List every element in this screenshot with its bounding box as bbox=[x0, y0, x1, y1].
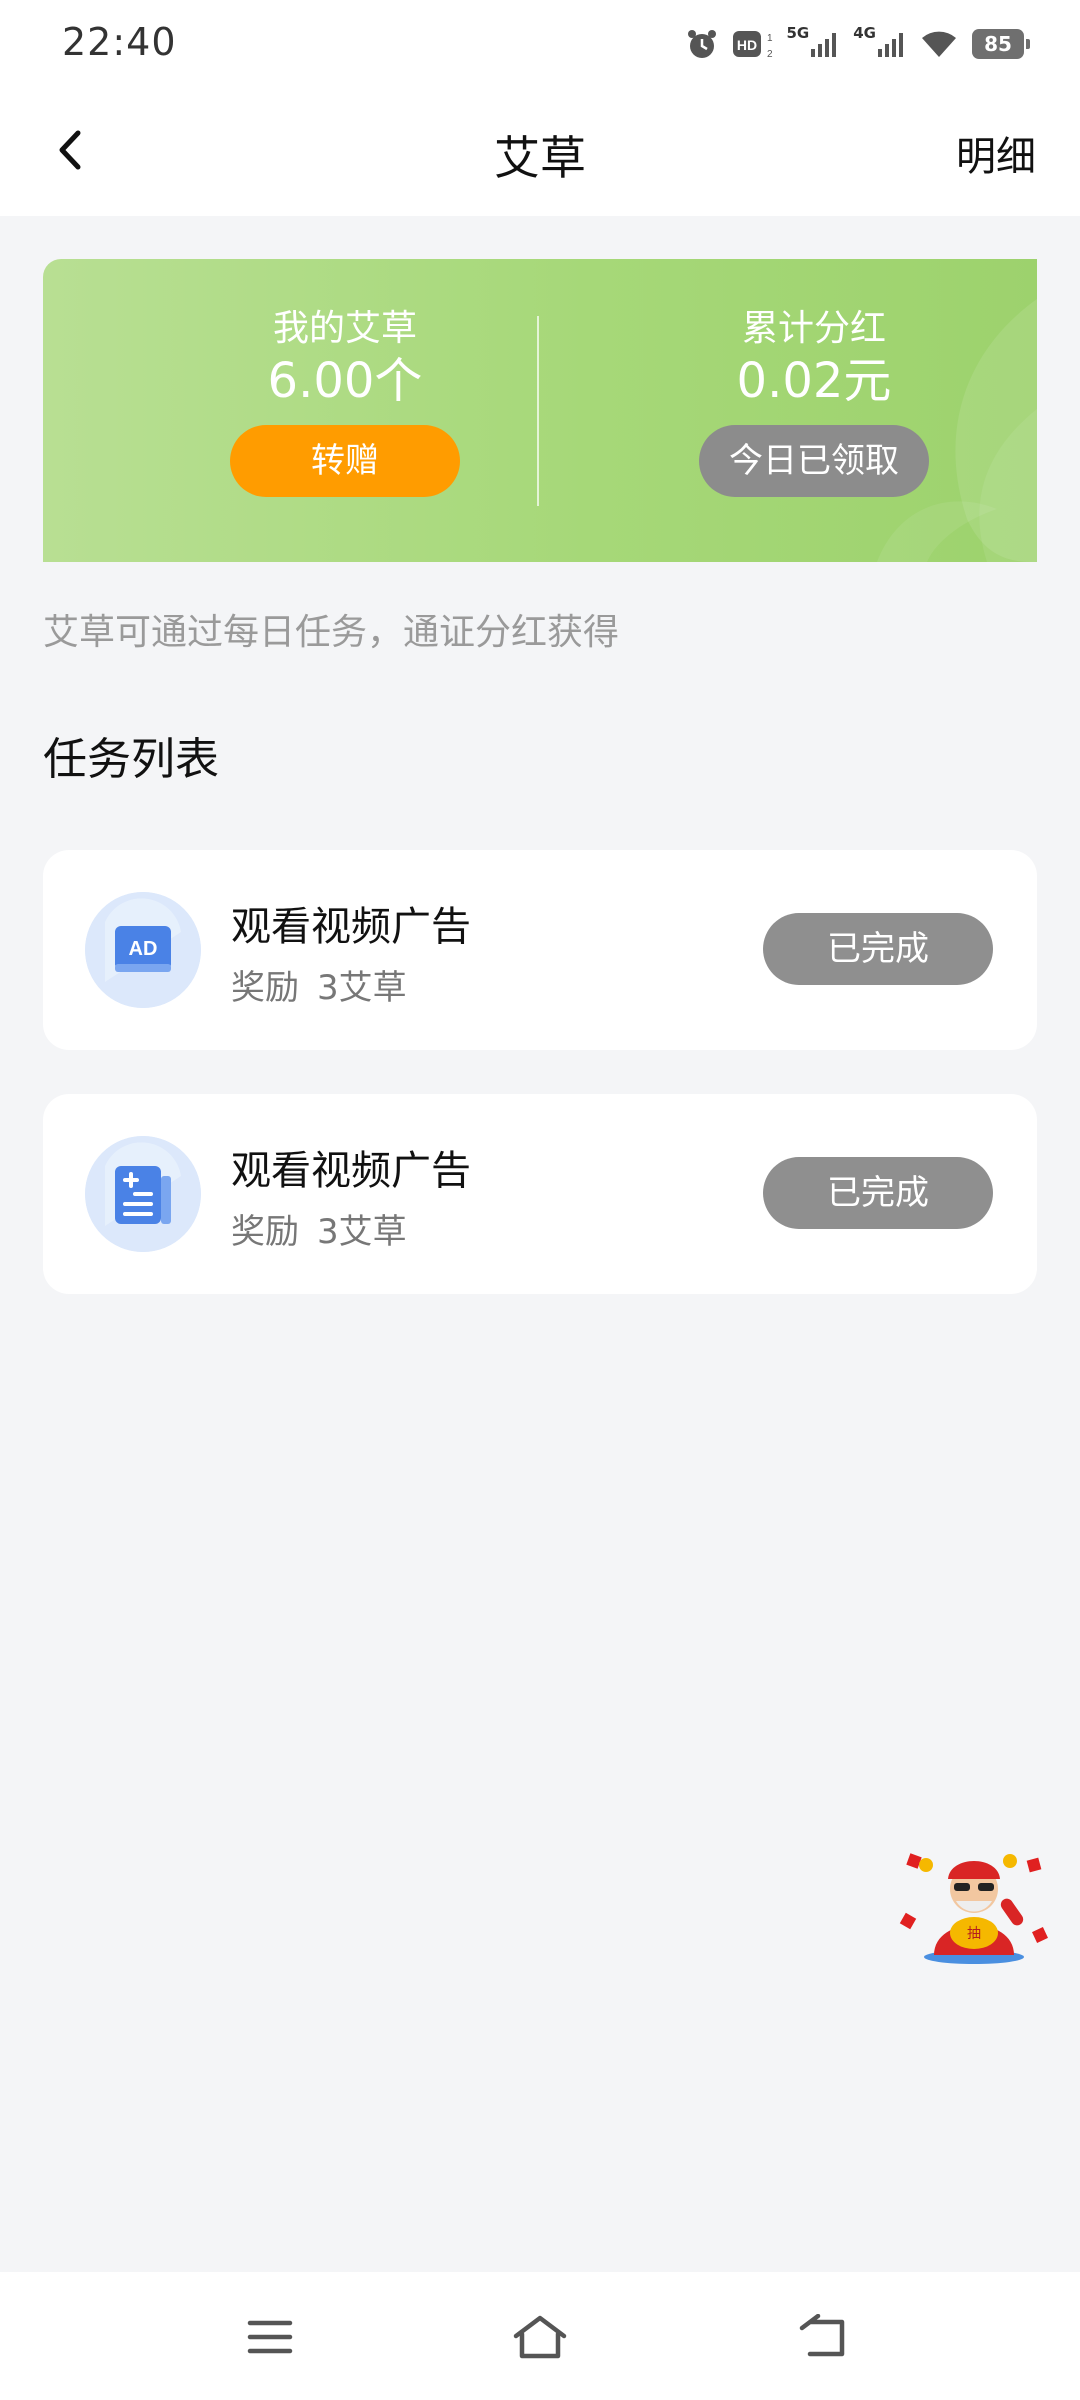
ad-icon: AD bbox=[85, 892, 201, 1008]
header: 艾草 明细 bbox=[0, 84, 1080, 216]
task-title: 观看视频广告 bbox=[231, 904, 471, 950]
task-card: 观看视频广告 奖励 3艾草 已完成 bbox=[43, 1094, 1037, 1294]
dividend-section: 累计分红 0.02元 今日已领取 bbox=[614, 309, 1014, 497]
status-time: 22:40 bbox=[62, 20, 177, 64]
task-reward-value: 3艾草 bbox=[317, 1212, 407, 1252]
status-bar: 22:40 HD 1 2 5G 4G 85 bbox=[0, 0, 1080, 84]
lucky-mascot-icon[interactable]: 抽 bbox=[898, 1845, 1050, 1965]
claimed-today-button[interactable]: 今日已领取 bbox=[699, 425, 929, 497]
task-reward: 奖励 3艾草 bbox=[231, 1204, 407, 1253]
page: 22:40 HD 1 2 5G 4G 85 艾草 明细 我的艾草 6.00个 转… bbox=[0, 0, 1080, 2400]
task-card: AD 观看视频广告 奖励 3艾草 已完成 bbox=[43, 850, 1037, 1050]
svg-text:HD: HD bbox=[736, 37, 756, 53]
svg-text:1: 1 bbox=[767, 33, 773, 44]
svg-text:抽: 抽 bbox=[967, 1926, 981, 1942]
alarm-icon bbox=[685, 24, 719, 64]
my-aicao-section: 我的艾草 6.00个 转赠 bbox=[145, 309, 545, 497]
task-reward-label: 奖励 bbox=[231, 968, 299, 1008]
balance-banner: 我的艾草 6.00个 转赠 累计分红 0.02元 今日已领取 bbox=[43, 259, 1037, 562]
signal-5g-label: 5G bbox=[786, 24, 810, 42]
hd-icon: HD 1 2 bbox=[732, 24, 773, 64]
signal-5g-icon: 5G bbox=[787, 24, 840, 64]
task-title: 观看视频广告 bbox=[231, 1148, 471, 1194]
menu-icon bbox=[247, 2320, 293, 2354]
section-title: 任务列表 bbox=[43, 734, 219, 785]
wifi-icon bbox=[920, 24, 958, 64]
task-reward-value: 3艾草 bbox=[317, 968, 407, 1008]
signal-4g-label: 4G bbox=[853, 24, 876, 42]
dividend-value: 0.02元 bbox=[736, 353, 892, 409]
home-icon bbox=[513, 2315, 567, 2359]
hint-text: 艾草可通过每日任务，通证分红获得 bbox=[43, 612, 620, 653]
navigation-bar bbox=[0, 2272, 1080, 2400]
battery-icon: 85 bbox=[972, 29, 1030, 59]
task-completed-button[interactable]: 已完成 bbox=[763, 913, 993, 985]
my-aicao-value: 6.00个 bbox=[267, 353, 423, 409]
back-icon bbox=[799, 2314, 845, 2357]
system-back-button[interactable] bbox=[784, 2302, 864, 2372]
dividend-label: 累计分红 bbox=[741, 308, 886, 349]
banner-divider bbox=[537, 316, 539, 506]
gift-button[interactable]: 转赠 bbox=[230, 425, 460, 497]
detail-link[interactable]: 明细 bbox=[956, 124, 1036, 182]
svg-text:2: 2 bbox=[767, 49, 773, 60]
task-reward: 奖励 3艾草 bbox=[231, 960, 407, 1009]
my-aicao-label: 我的艾草 bbox=[272, 308, 417, 349]
home-button[interactable] bbox=[500, 2302, 580, 2372]
task-completed-button[interactable]: 已完成 bbox=[763, 1157, 993, 1229]
task-reward-label: 奖励 bbox=[231, 1212, 299, 1252]
document-plus-icon bbox=[85, 1136, 201, 1252]
signal-4g-icon: 4G bbox=[853, 24, 906, 64]
status-icons: HD 1 2 5G 4G 85 bbox=[685, 22, 1030, 66]
menu-button[interactable] bbox=[230, 2302, 310, 2372]
page-title: 艾草 bbox=[494, 131, 586, 185]
svg-text:AD: AD bbox=[129, 938, 158, 960]
